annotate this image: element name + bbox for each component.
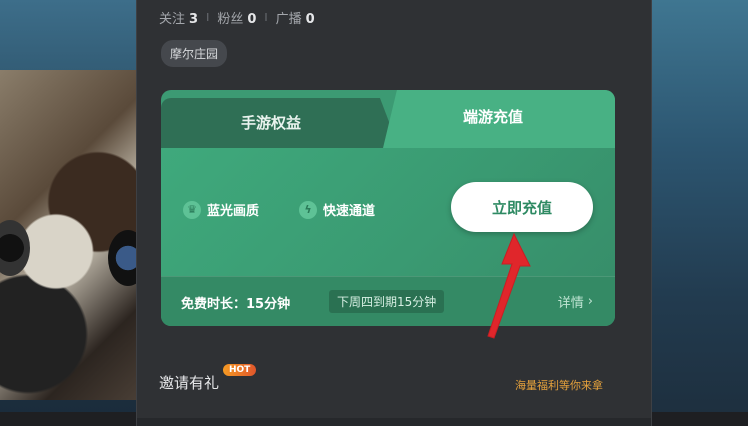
game-background-art — [0, 70, 148, 400]
game-tag[interactable]: 摩尔庄园 — [161, 40, 228, 67]
recharge-now-button[interactable]: 立即充值 — [451, 182, 593, 232]
recharge-card: 手游权益 端游充值 ♛ 蓝光画质 ϟ 快速通道 立即充值 免费时长：15分钟 下… — [161, 90, 615, 326]
chevron-right-icon: › — [587, 294, 593, 309]
expiry-note: 下周四到期15分钟 — [329, 290, 445, 313]
free-time-label: 免费时长：15分钟 — [181, 297, 291, 312]
lightning-icon: ϟ — [299, 200, 317, 219]
follow-stat[interactable]: 关注 3 — [159, 8, 198, 27]
user-stats: 关注 3 I 粉丝 0 I 广播 0 — [159, 8, 315, 27]
feature-label: 蓝光画质 — [207, 204, 260, 219]
feature-bluray: ♛ 蓝光画质 — [183, 200, 259, 219]
details-link-label: 详情 — [557, 296, 584, 311]
invite-title[interactable]: 邀请有礼 — [159, 372, 219, 393]
stat-separator: I — [264, 11, 268, 24]
fans-stat[interactable]: 粉丝 0 — [217, 8, 256, 27]
stat-separator: I — [206, 11, 210, 24]
feature-fast-lane: ϟ 快速通道 — [299, 200, 375, 219]
details-link[interactable]: 详情 › — [558, 292, 593, 311]
tab-pc-recharge-label[interactable]: 端游充值 — [463, 106, 523, 127]
red-arrow-annotation — [487, 232, 531, 339]
user-panel: 关注 3 I 粉丝 0 I 广播 0 摩尔庄园 手游权益 端游充值 ♛ 蓝光画质 ϟ … — [136, 0, 652, 426]
crown-icon: ♛ — [183, 200, 201, 219]
broadcast-stat[interactable]: 广播 0 — [276, 8, 315, 27]
tab-mobile-benefits-label[interactable]: 手游权益 — [241, 112, 301, 133]
background-right — [652, 0, 748, 426]
hot-badge: HOT — [223, 364, 257, 376]
free-time-footer: 免费时长：15分钟 下周四到期15分钟 详情 › — [161, 276, 615, 326]
car-tire-graphic — [0, 220, 30, 276]
invite-hint[interactable]: 海量福利等你来拿 — [515, 377, 603, 393]
feature-label: 快速通道 — [323, 204, 376, 219]
panel-bottom-divider — [137, 418, 651, 426]
